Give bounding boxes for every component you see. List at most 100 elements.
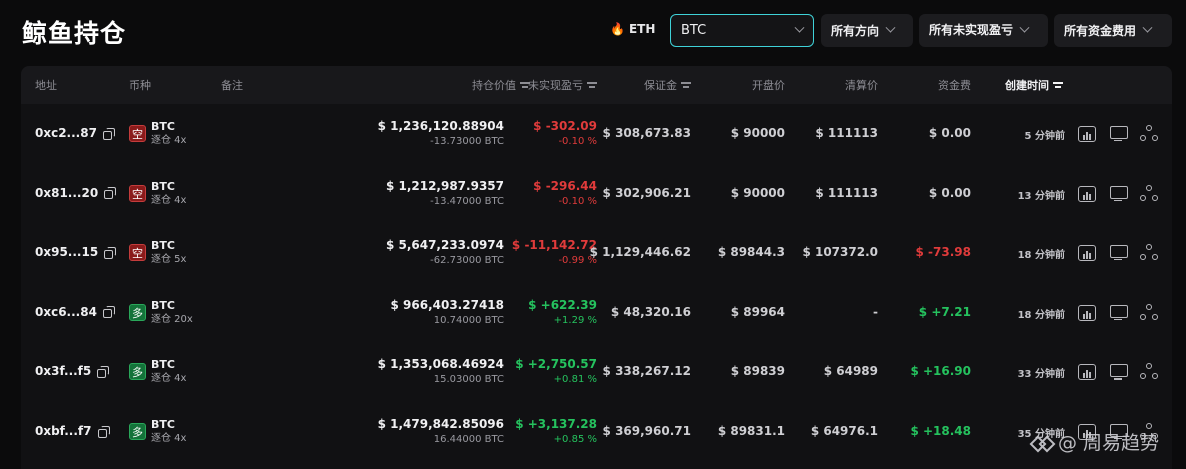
monitor-icon[interactable] (1109, 245, 1128, 261)
address-text: 0x81...20 (35, 185, 99, 200)
table-row[interactable]: 0xc6...84 多 BTC 逐仓 20x $ 966,403.27418 1… (21, 283, 1172, 343)
col-margin-label: 保证金 (644, 79, 677, 92)
position-value: $ 1,479,842.85096 (377, 417, 504, 431)
coin-cell: BTC 逐仓 5x (151, 239, 186, 267)
col-coin: 币种 (129, 79, 151, 92)
created-time: 13 分钟前 (1017, 190, 1065, 202)
position-value-cell: $ 5,647,233.0974 -62.73000 BTC (386, 238, 504, 268)
share-icon-node (1146, 125, 1152, 131)
liq-price-value: $ 111113 (815, 126, 878, 140)
col-created-label: 创建时间 (1005, 79, 1049, 92)
chart-icon[interactable] (1078, 245, 1096, 262)
col-position-value[interactable]: 持仓价值 (472, 77, 530, 93)
monitor-icon[interactable] (1109, 364, 1128, 380)
address-cell[interactable]: 0xc6...84 (35, 304, 115, 319)
share-icon[interactable] (1140, 303, 1158, 320)
chart-icon[interactable] (1078, 185, 1096, 202)
address-cell[interactable]: 0x81...20 (35, 185, 117, 200)
funding-value: $ +16.90 (910, 364, 971, 379)
coin-name: BTC (151, 298, 175, 312)
side-badge: 空 (129, 244, 146, 262)
monitor-icon[interactable] (1109, 185, 1128, 202)
share-icon[interactable] (1140, 363, 1158, 380)
chart-icon[interactable] (1078, 126, 1096, 142)
share-icon-node (1140, 135, 1146, 141)
col-position-value-label: 持仓价值 (472, 79, 516, 92)
chart-icon-bar (1089, 134, 1091, 140)
address-cell[interactable]: 0x3f...f5 (35, 364, 110, 379)
address-text: 0xbf...f7 (35, 424, 92, 438)
pnl-percent: +0.81 % (553, 374, 597, 386)
copy-icon[interactable] (97, 365, 110, 378)
share-icon[interactable] (1140, 244, 1158, 261)
share-icon[interactable] (1140, 184, 1158, 201)
address-cell[interactable]: 0xbf...f7 (35, 424, 110, 438)
created-time: 5 分钟前 (1024, 131, 1065, 142)
side-badge: 空 (129, 125, 146, 142)
open-price-value: $ 89964 (730, 304, 785, 319)
leverage-text: 逐仓 4x (151, 433, 187, 444)
funding-filter[interactable]: 所有资金费用 (1054, 14, 1172, 47)
table-row[interactable]: 0xbf...f7 多 BTC 逐仓 4x $ 1,479,842.85096 … (21, 402, 1172, 462)
coin-cell: BTC 逐仓 4x (151, 120, 186, 148)
address-text: 0x3f...f5 (35, 364, 92, 379)
unrealized-filter-label: 所有未实现盈亏 (929, 23, 1014, 37)
chart-icon-bar (1086, 310, 1088, 319)
chart-icon[interactable] (1078, 304, 1096, 321)
page-title: 鲸鱼持仓 (22, 19, 127, 48)
address-cell[interactable]: 0xc2...87 (35, 126, 115, 140)
copy-icon[interactable] (102, 127, 115, 140)
table-row[interactable]: 0x81...20 空 BTC 逐仓 4x $ 1,212,987.9357 -… (21, 164, 1172, 224)
address-text: 0xc6...84 (35, 304, 97, 319)
copy-icon[interactable] (104, 246, 117, 259)
pnl-value: $ +622.39 (528, 297, 597, 312)
position-value-cell: $ 1,479,842.85096 16.44000 BTC (378, 417, 504, 447)
pnl-percent: +0.85 % (553, 434, 597, 445)
open-price-value: $ 89831.1 (717, 424, 785, 438)
chart-icon-bar (1086, 251, 1088, 260)
coin-select[interactable]: BTC (670, 14, 814, 47)
pnl-percent: -0.99 % (558, 255, 597, 267)
copy-icon[interactable] (97, 425, 110, 438)
leverage-text: 逐仓 4x (151, 373, 187, 385)
flame-icon: 🔥 (610, 22, 625, 36)
pnl-value: $ -302.09 (533, 119, 597, 133)
monitor-icon[interactable] (1109, 126, 1128, 142)
address-text: 0x95...15 (35, 245, 99, 260)
chevron-down-icon (1142, 22, 1153, 33)
table-header: 地址 币种 备注 持仓价值 未实现盈亏 保证金 开盘价 清算价 资金费 创建时间 (21, 66, 1172, 104)
margin-value: $ 338,267.12 (602, 364, 691, 379)
col-unrealized-pnl[interactable]: 未实现盈亏 (528, 77, 597, 93)
share-icon-node (1146, 363, 1152, 370)
copy-icon[interactable] (104, 187, 117, 200)
chart-icon[interactable] (1078, 364, 1096, 381)
sort-filter-icon (681, 81, 691, 89)
created-time: 33 分钟前 (1017, 369, 1065, 381)
table-row[interactable]: 0x3f...f5 多 BTC 逐仓 4x $ 1,353,068.46924 … (21, 342, 1172, 402)
side-badge: 多 (129, 303, 146, 321)
margin-value: $ 302,906.21 (602, 185, 691, 200)
chart-icon-bar (1089, 193, 1091, 200)
copy-icon[interactable] (102, 306, 115, 319)
eth-toggle[interactable]: 🔥 ETH (610, 22, 655, 36)
funding-value: $ -73.98 (915, 245, 971, 260)
monitor-icon[interactable] (1109, 304, 1128, 321)
leverage-text: 逐仓 20x (151, 313, 193, 325)
margin-value: $ 48,320.16 (610, 304, 691, 319)
unrealized-filter[interactable]: 所有未实现盈亏 (919, 14, 1048, 47)
col-margin[interactable]: 保证金 (644, 77, 691, 93)
share-icon-node (1152, 313, 1158, 320)
chart-icon-bar (1086, 132, 1088, 140)
position-size: 15.03000 BTC (433, 374, 504, 386)
direction-filter[interactable]: 所有方向 (821, 14, 913, 47)
created-time: 18 分钟前 (1017, 250, 1065, 262)
table-row[interactable]: 0x95...15 空 BTC 逐仓 5x $ 5,647,233.0974 -… (21, 223, 1172, 283)
pnl-cell: $ +3,137.28 +0.85 % (515, 417, 597, 447)
position-value-cell: $ 966,403.27418 10.74000 BTC (391, 298, 505, 328)
chart-icon-bar (1083, 313, 1085, 319)
table-row[interactable]: 0xc2...87 空 BTC 逐仓 4x $ 1,236,120.88904 … (21, 104, 1172, 164)
share-icon[interactable] (1140, 125, 1158, 141)
position-value-cell: $ 1,353,068.46924 15.03000 BTC (378, 357, 504, 387)
address-cell[interactable]: 0x95...15 (35, 245, 117, 260)
col-created[interactable]: 创建时间 (1005, 77, 1063, 93)
